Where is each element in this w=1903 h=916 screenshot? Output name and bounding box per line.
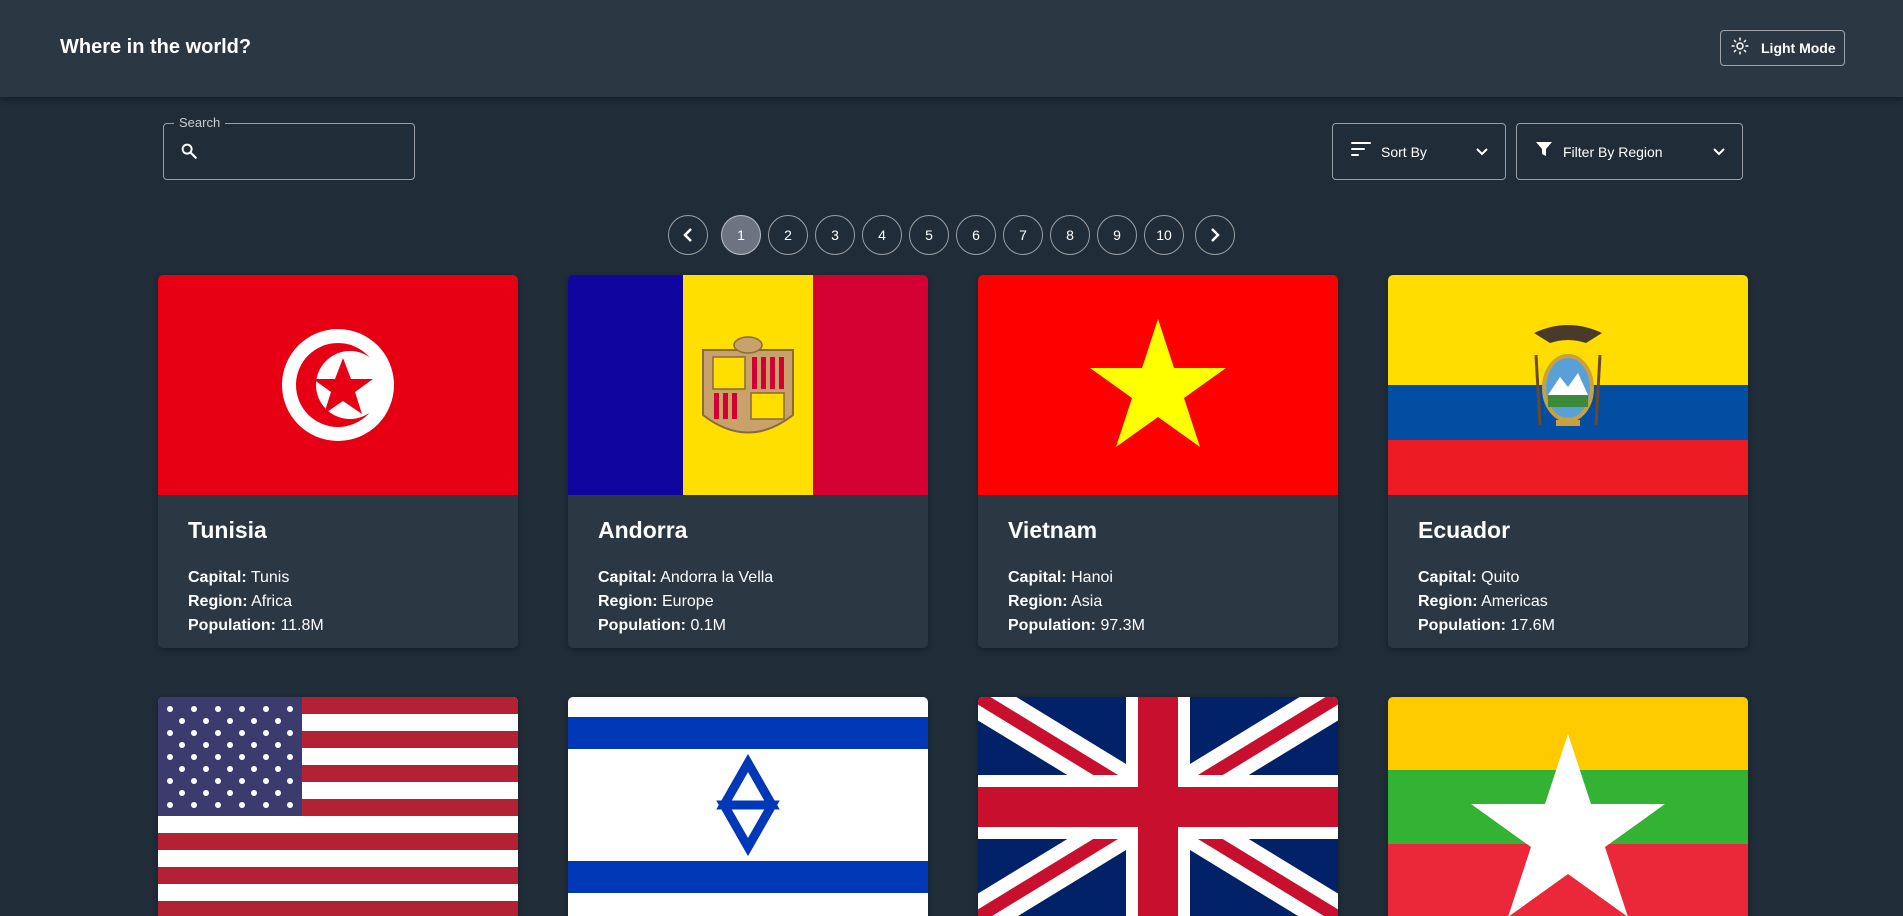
sun-icon xyxy=(1731,36,1749,60)
page-button-6[interactable]: 6 xyxy=(956,215,996,255)
country-card-united-kingdom[interactable] xyxy=(978,697,1338,916)
capital-value: Andorra la Vella xyxy=(660,569,774,586)
population-value: 11.8M xyxy=(280,617,324,634)
page-button-10[interactable]: 10 xyxy=(1144,215,1184,255)
united-states-flag xyxy=(158,697,518,916)
region-label: Region: xyxy=(1418,593,1478,610)
light-mode-label: Light Mode xyxy=(1761,40,1836,56)
page-button-7[interactable]: 7 xyxy=(1003,215,1043,255)
ecuador-flag xyxy=(1388,275,1748,495)
country-card-israel[interactable] xyxy=(568,697,928,916)
country-name: Vietnam xyxy=(1008,517,1098,543)
country-card-united-states[interactable] xyxy=(158,697,518,916)
region-label: Region: xyxy=(188,593,248,610)
capital-label: Capital: xyxy=(1418,569,1477,586)
country-name: Tunisia xyxy=(188,517,267,543)
page-button-3[interactable]: 3 xyxy=(815,215,855,255)
sort-by-label: Sort By xyxy=(1381,143,1427,160)
page-button-4[interactable]: 4 xyxy=(862,215,902,255)
population-value: 97.3M xyxy=(1100,617,1145,634)
population-label: Population: xyxy=(598,617,686,634)
previous-page-button[interactable] xyxy=(668,215,708,255)
region-label: Region: xyxy=(1008,593,1068,610)
united-kingdom-flag xyxy=(978,697,1338,916)
country-name: Ecuador xyxy=(1418,517,1511,543)
chevron-down-icon xyxy=(1712,145,1726,164)
region-value: Americas xyxy=(1481,593,1548,610)
country-card-andorra[interactable]: Andorra Capital: Andorra la Vella Region… xyxy=(568,275,928,648)
capital-value: Hanoi xyxy=(1071,569,1113,586)
population-label: Population: xyxy=(188,617,276,634)
chevron-left-icon xyxy=(683,228,692,242)
region-value: Europe xyxy=(662,593,714,610)
app-title: Where in the world? xyxy=(60,36,252,58)
search-icon xyxy=(180,142,198,165)
page-button-1[interactable]: 1 xyxy=(721,215,761,255)
sort-by-select[interactable]: Sort By xyxy=(1332,123,1506,180)
capital-label: Capital: xyxy=(598,569,657,586)
light-mode-button[interactable]: Light Mode xyxy=(1720,30,1845,66)
top-header: Where in the world? Light Mode xyxy=(0,0,1903,97)
page-button-8[interactable]: 8 xyxy=(1050,215,1090,255)
capital-value: Tunis xyxy=(250,569,290,586)
search-label: Search xyxy=(174,115,226,130)
next-page-button[interactable] xyxy=(1195,215,1235,255)
page-button-2[interactable]: 2 xyxy=(768,215,808,255)
population-value: 17.6M xyxy=(1510,617,1555,634)
country-card-ecuador[interactable]: Ecuador Capital: Quito Region: Americas … xyxy=(1388,275,1748,648)
filter-by-region-label: Filter By Region xyxy=(1563,143,1663,160)
israel-flag xyxy=(568,697,928,916)
region-value: Asia xyxy=(1071,593,1103,610)
country-name: Andorra xyxy=(598,517,688,543)
vietnam-flag xyxy=(978,275,1338,495)
population-label: Population: xyxy=(1008,617,1096,634)
myanmar-flag xyxy=(1388,697,1748,916)
country-card-vietnam[interactable]: Vietnam Capital: Hanoi Region: Asia Popu… xyxy=(978,275,1338,648)
region-value: Africa xyxy=(251,593,293,610)
page-button-5[interactable]: 5 xyxy=(909,215,949,255)
country-card-tunisia[interactable]: Tunisia Capital: Tunis Region: Africa Po… xyxy=(158,275,518,648)
sort-icon xyxy=(1351,141,1371,162)
population-value: 0.1M xyxy=(690,617,727,634)
filter-by-region-select[interactable]: Filter By Region xyxy=(1516,123,1743,180)
andorra-flag xyxy=(568,275,928,495)
region-label: Region: xyxy=(598,593,658,610)
tunisia-flag xyxy=(158,275,518,495)
population-label: Population: xyxy=(1418,617,1506,634)
search-input[interactable] xyxy=(210,136,400,168)
page-button-9[interactable]: 9 xyxy=(1097,215,1137,255)
search-field[interactable]: Search xyxy=(163,115,415,180)
country-card-myanmar[interactable] xyxy=(1388,697,1748,916)
chevron-right-icon xyxy=(1211,228,1220,242)
capital-label: Capital: xyxy=(1008,569,1067,586)
capital-label: Capital: xyxy=(188,569,247,586)
chevron-down-icon xyxy=(1475,145,1489,164)
filter-icon xyxy=(1535,140,1553,163)
capital-value: Quito xyxy=(1481,569,1520,586)
